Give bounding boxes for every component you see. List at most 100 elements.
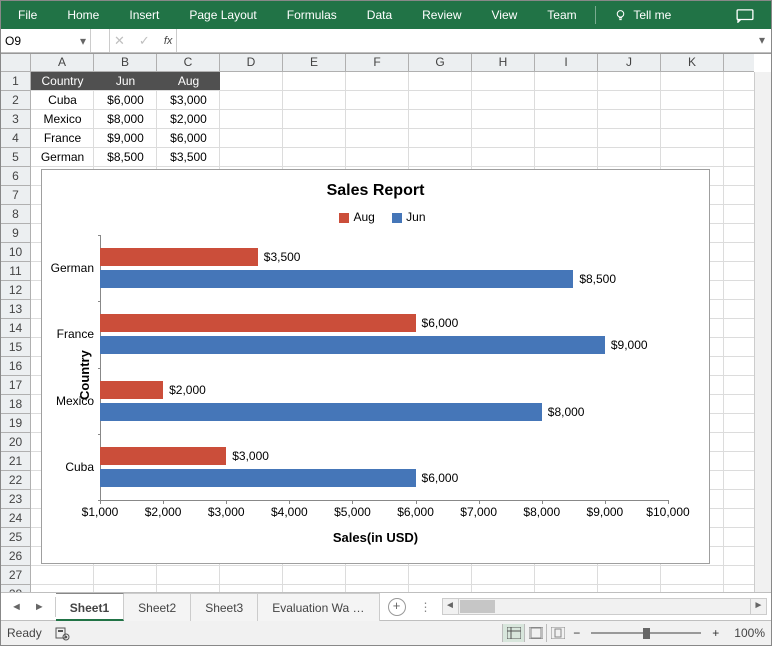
bar-aug-Mexico[interactable] bbox=[100, 381, 163, 399]
col-header-A[interactable]: A bbox=[31, 54, 94, 71]
name-box[interactable]: ▾ bbox=[1, 29, 91, 52]
row-header-15[interactable]: 15 bbox=[1, 338, 30, 357]
ribbon-tab-view[interactable]: View bbox=[477, 1, 533, 29]
row-header-18[interactable]: 18 bbox=[1, 395, 30, 414]
view-normal-icon[interactable] bbox=[502, 624, 524, 642]
row-header-13[interactable]: 13 bbox=[1, 300, 30, 319]
cell-A2[interactable]: Cuba bbox=[31, 91, 94, 109]
tell-me[interactable]: Tell me bbox=[599, 1, 687, 29]
name-box-input[interactable] bbox=[5, 34, 69, 48]
bar-aug-France[interactable] bbox=[100, 314, 416, 332]
cell-A3[interactable]: Mexico bbox=[31, 110, 94, 128]
row-header-17[interactable]: 17 bbox=[1, 376, 30, 395]
row-header-24[interactable]: 24 bbox=[1, 509, 30, 528]
col-header-F[interactable]: F bbox=[346, 54, 409, 71]
bar-jun-France[interactable] bbox=[100, 336, 605, 354]
fx-icon[interactable]: fx bbox=[164, 35, 173, 47]
row-header-9[interactable]: 9 bbox=[1, 224, 30, 243]
chart[interactable]: Sales Report Aug Jun Country $1,000$2,00… bbox=[41, 169, 710, 564]
row-header-10[interactable]: 10 bbox=[1, 243, 30, 262]
cell-B1[interactable]: Jun bbox=[94, 72, 157, 90]
col-header-B[interactable]: B bbox=[94, 54, 157, 71]
bar-aug-German[interactable] bbox=[100, 248, 258, 266]
row-header-16[interactable]: 16 bbox=[1, 357, 30, 376]
vertical-scrollbar[interactable] bbox=[754, 72, 771, 592]
bar-jun-German[interactable] bbox=[100, 270, 573, 288]
row-header-12[interactable]: 12 bbox=[1, 281, 30, 300]
view-page-break-icon[interactable] bbox=[546, 624, 568, 642]
ribbon-tab-file[interactable]: File bbox=[3, 1, 52, 29]
sheet-tab-1[interactable]: Sheet2 bbox=[124, 593, 191, 621]
scroll-thumb[interactable] bbox=[460, 600, 495, 613]
col-header-I[interactable]: I bbox=[535, 54, 598, 71]
row-header-28[interactable]: 28 bbox=[1, 585, 30, 592]
row-header-20[interactable]: 20 bbox=[1, 433, 30, 452]
row-header-3[interactable]: 3 bbox=[1, 110, 30, 129]
row-header-11[interactable]: 11 bbox=[1, 262, 30, 281]
sheet-tab-2[interactable]: Sheet3 bbox=[191, 593, 258, 621]
cell-A5[interactable]: German bbox=[31, 148, 94, 166]
ribbon-tab-home[interactable]: Home bbox=[52, 1, 114, 29]
sheet-tab-3[interactable]: Evaluation Wa … bbox=[258, 593, 379, 621]
name-box-dropdown-icon[interactable]: ▾ bbox=[80, 34, 86, 48]
row-header-2[interactable]: 2 bbox=[1, 91, 30, 110]
ribbon-tab-review[interactable]: Review bbox=[407, 1, 476, 29]
cell-B3[interactable]: $8,000 bbox=[94, 110, 157, 128]
ribbon-tab-insert[interactable]: Insert bbox=[114, 1, 174, 29]
bar-jun-Cuba[interactable] bbox=[100, 469, 416, 487]
confirm-icon[interactable]: ✓ bbox=[139, 33, 150, 49]
row-header-1[interactable]: 1 bbox=[1, 72, 30, 91]
row-header-27[interactable]: 27 bbox=[1, 566, 30, 585]
new-sheet-button[interactable]: + bbox=[388, 598, 406, 616]
row-header-26[interactable]: 26 bbox=[1, 547, 30, 566]
row-header-21[interactable]: 21 bbox=[1, 452, 30, 471]
bar-aug-Cuba[interactable] bbox=[100, 447, 226, 465]
cells[interactable]: CountryJunAugCuba$6,000$3,000Mexico$8,00… bbox=[31, 72, 754, 592]
col-header-D[interactable]: D bbox=[220, 54, 283, 71]
sheet-nav-prev-icon[interactable]: ◄ bbox=[11, 601, 22, 613]
col-header-G[interactable]: G bbox=[409, 54, 472, 71]
cell-B4[interactable]: $9,000 bbox=[94, 129, 157, 147]
col-header-K[interactable]: K bbox=[661, 54, 724, 71]
horizontal-scrollbar[interactable]: ◄ ► bbox=[442, 598, 768, 615]
comments-icon[interactable] bbox=[721, 1, 769, 29]
cell-C4[interactable]: $6,000 bbox=[157, 129, 220, 147]
cell-C2[interactable]: $3,000 bbox=[157, 91, 220, 109]
cell-C5[interactable]: $3,500 bbox=[157, 148, 220, 166]
row-header-23[interactable]: 23 bbox=[1, 490, 30, 509]
sheet-tab-0[interactable]: Sheet1 bbox=[56, 593, 124, 621]
select-all-corner[interactable] bbox=[1, 54, 31, 72]
row-header-8[interactable]: 8 bbox=[1, 205, 30, 224]
col-header-C[interactable]: C bbox=[157, 54, 220, 71]
zoom-thumb[interactable] bbox=[643, 628, 650, 639]
cell-C3[interactable]: $2,000 bbox=[157, 110, 220, 128]
row-header-25[interactable]: 25 bbox=[1, 528, 30, 547]
cancel-icon[interactable]: ✕ bbox=[114, 33, 125, 49]
cell-B2[interactable]: $6,000 bbox=[94, 91, 157, 109]
row-header-7[interactable]: 7 bbox=[1, 186, 30, 205]
formula-input[interactable] bbox=[177, 29, 771, 52]
row-header-5[interactable]: 5 bbox=[1, 148, 30, 167]
view-page-layout-icon[interactable] bbox=[524, 624, 546, 642]
cell-C1[interactable]: Aug bbox=[157, 72, 220, 90]
cell-A1[interactable]: Country bbox=[31, 72, 94, 90]
ribbon-tab-page-layout[interactable]: Page Layout bbox=[174, 1, 271, 29]
row-header-6[interactable]: 6 bbox=[1, 167, 30, 186]
cell-B5[interactable]: $8,500 bbox=[94, 148, 157, 166]
zoom-in-button[interactable]: + bbox=[707, 626, 724, 640]
formula-bar[interactable]: ▾ bbox=[177, 29, 771, 52]
row-header-19[interactable]: 19 bbox=[1, 414, 30, 433]
zoom-percent[interactable]: 100% bbox=[734, 626, 765, 640]
tab-scroll-icon[interactable]: ⋮ bbox=[420, 600, 432, 614]
col-header-J[interactable]: J bbox=[598, 54, 661, 71]
col-header-E[interactable]: E bbox=[283, 54, 346, 71]
row-header-14[interactable]: 14 bbox=[1, 319, 30, 338]
row-header-4[interactable]: 4 bbox=[1, 129, 30, 148]
formula-expand-icon[interactable]: ▾ bbox=[759, 33, 765, 47]
bar-jun-Mexico[interactable] bbox=[100, 403, 542, 421]
scroll-left-icon[interactable]: ◄ bbox=[443, 599, 459, 614]
zoom-out-button[interactable]: − bbox=[568, 626, 585, 640]
macro-record-icon[interactable] bbox=[54, 625, 70, 641]
row-header-22[interactable]: 22 bbox=[1, 471, 30, 490]
cell-A4[interactable]: France bbox=[31, 129, 94, 147]
